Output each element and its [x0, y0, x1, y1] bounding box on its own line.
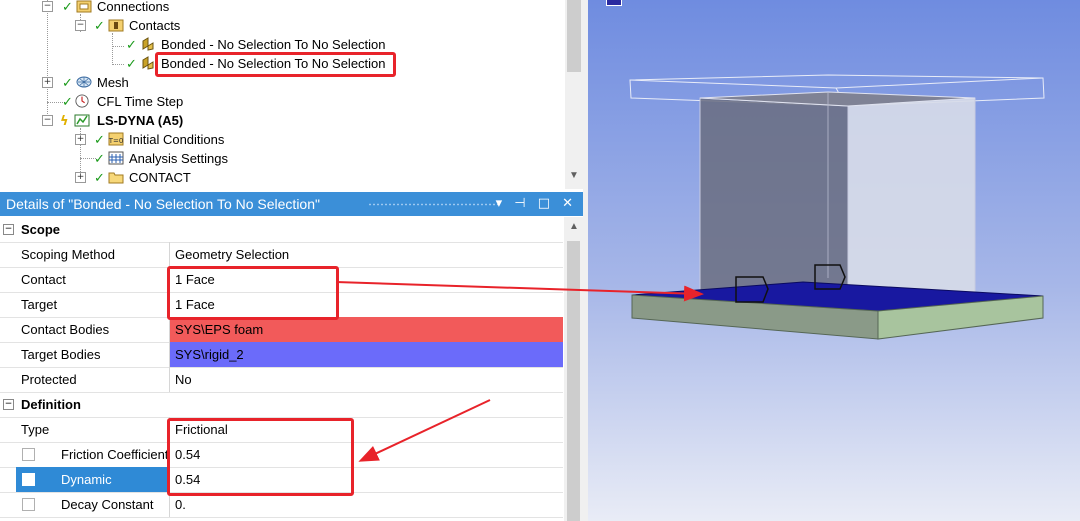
foam-block [699, 91, 976, 316]
tree-item-contacts[interactable]: − ✓ Contacts [0, 16, 560, 35]
outline-tree: − ✓ Connections − ✓ Contacts ✓ Bonded - … [0, 0, 588, 189]
tree-item-cfl-time-step[interactable]: ✓ CFL Time Step [0, 92, 560, 111]
mesh-icon [76, 76, 92, 88]
property-key: Contact Bodies [16, 317, 170, 342]
section-scope[interactable]: − Scope [0, 217, 563, 243]
expand-icon[interactable]: + [75, 134, 86, 145]
tree-scrollbar[interactable]: ▼ [565, 0, 583, 189]
section-label: Scope [21, 222, 61, 237]
details-scrollbar[interactable]: ▲ [564, 217, 583, 521]
property-value[interactable]: Geometry Selection [170, 242, 563, 267]
contacts-folder-icon [108, 19, 124, 32]
check-icon: ✓ [94, 19, 105, 34]
tree-item-label: LS-DYNA (A5) [97, 113, 184, 128]
section-definition[interactable]: − Definition [0, 392, 563, 418]
property-row-contact-bodies[interactable]: Contact Bodies SYS\EPS foam [0, 317, 563, 343]
check-icon: ✓ [94, 133, 105, 148]
property-row-scoping-method[interactable]: Scoping Method Geometry Selection [0, 242, 563, 268]
property-value[interactable]: SYS\EPS foam [170, 317, 563, 342]
tree-item-contact-folder[interactable]: + ✓ CONTACT [0, 168, 560, 187]
property-key: Friction Coefficient [16, 442, 170, 467]
tree-item-initial-conditions[interactable]: + ✓ T=0 Initial Conditions [0, 130, 560, 149]
tree-item-label: Mesh [97, 75, 129, 90]
tree-item-label: Analysis Settings [129, 151, 228, 166]
annotation-box-contact-target [167, 266, 339, 320]
check-icon: ✓ [62, 95, 73, 110]
tree-item-label: Connections [97, 0, 170, 14]
tree-item-ls-dyna[interactable]: − ϟ LS-DYNA (A5) [0, 111, 560, 130]
title-grip[interactable] [368, 203, 498, 206]
property-key: Protected [16, 367, 170, 392]
property-key: Contact [16, 267, 170, 292]
check-icon: ✓ [62, 0, 73, 15]
tree-item-connections[interactable]: − ✓ Connections [0, 0, 560, 16]
model-view [629, 74, 1045, 340]
details-title-bar: Details of "Bonded - No Selection To No … [0, 192, 583, 216]
property-value[interactable]: SYS\rigid_2 [170, 342, 563, 367]
section-label: Definition [21, 397, 81, 412]
tree-item-analysis-settings[interactable]: ✓ Analysis Settings [0, 149, 560, 168]
property-key: Target Bodies [16, 342, 170, 367]
collapse-icon[interactable]: − [42, 1, 53, 12]
scrollbar-thumb[interactable] [567, 0, 581, 72]
lightning-icon: ϟ [60, 114, 69, 129]
analysis-settings-icon [108, 151, 124, 165]
clock-icon [75, 94, 89, 108]
scroll-up-icon[interactable]: ▲ [569, 221, 579, 232]
expand-icon[interactable]: + [75, 172, 86, 183]
property-value[interactable]: No [170, 367, 563, 392]
svg-text:T=0: T=0 [108, 137, 123, 145]
check-icon: ✓ [94, 171, 105, 186]
tree-item-label: Initial Conditions [129, 132, 225, 147]
folder-icon [108, 172, 124, 184]
rigid-base-plate [631, 281, 1044, 340]
tree-item-label: CFL Time Step [97, 94, 184, 109]
initial-conditions-icon: T=0 [108, 132, 124, 146]
property-row-target-bodies[interactable]: Target Bodies SYS\rigid_2 [0, 342, 563, 368]
property-key: Dynamic Coefficient [16, 467, 170, 512]
scrollbar-thumb[interactable] [567, 241, 580, 521]
tree-item-label: Contacts [129, 18, 181, 33]
check-icon: ✓ [62, 76, 73, 91]
expand-icon[interactable]: + [42, 77, 53, 88]
graphics-viewport[interactable] [588, 0, 1080, 521]
property-row-protected[interactable]: Protected No [0, 367, 563, 393]
collapse-icon[interactable]: − [75, 20, 86, 31]
property-key: Type [16, 417, 170, 442]
tree-item-mesh[interactable]: + ✓ Mesh [0, 73, 560, 92]
check-icon: ✓ [94, 152, 105, 167]
property-key: Scoping Method [16, 242, 170, 267]
property-key: Decay Constant [16, 492, 170, 517]
property-key: Target [16, 292, 170, 317]
scroll-down-icon[interactable]: ▼ [569, 170, 579, 181]
annotation-box-definition [167, 418, 354, 496]
contact-region-icon [142, 37, 154, 51]
details-title: Details of "Bonded - No Selection To No … [6, 196, 320, 212]
check-icon: ✓ [126, 38, 137, 53]
tree-item-label: CONTACT [129, 170, 191, 185]
collapse-icon[interactable]: − [42, 115, 53, 126]
parameter-checkbox[interactable] [22, 473, 35, 486]
connections-icon [76, 0, 92, 13]
ls-dyna-icon [74, 114, 90, 127]
check-icon: ✓ [126, 57, 137, 72]
panel-window-buttons[interactable]: ▾ ⊣ □ ✕ [496, 192, 577, 216]
contact-region-icon [142, 56, 154, 70]
